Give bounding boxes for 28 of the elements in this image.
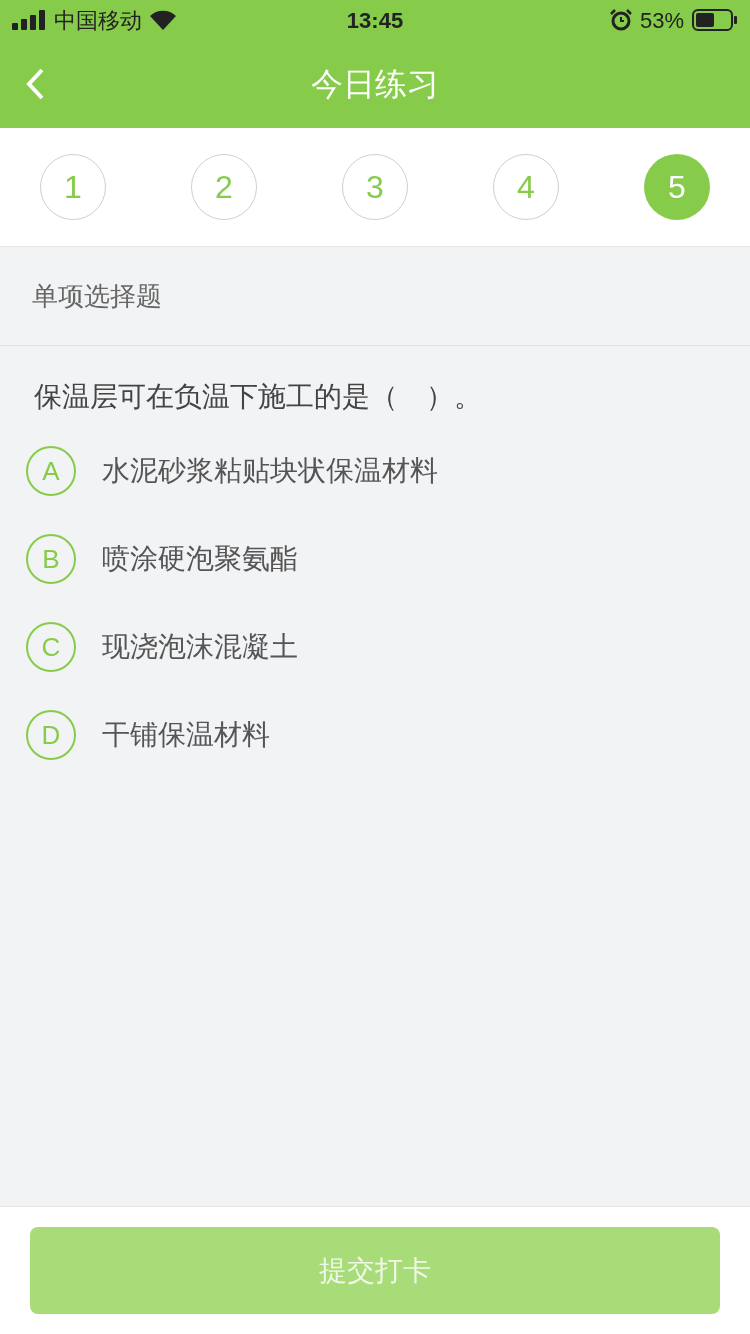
- question-number-tab[interactable]: 4: [493, 154, 559, 220]
- question-number-tab[interactable]: 1: [40, 154, 106, 220]
- page-title: 今日练习: [311, 65, 439, 104]
- status-time: 13:45: [345, 6, 405, 35]
- option-letter: C: [26, 622, 76, 672]
- option-letter: D: [26, 710, 76, 760]
- answer-option[interactable]: B 喷涂硬泡聚氨酯: [26, 534, 724, 584]
- option-text: 水泥砂浆粘贴块状保温材料: [102, 454, 438, 488]
- section-title: 单项选择题: [32, 279, 162, 313]
- answer-option[interactable]: A 水泥砂浆粘贴块状保温材料: [26, 446, 724, 496]
- option-text: 现浇泡沫混凝土: [102, 630, 298, 664]
- option-letter: B: [26, 534, 76, 584]
- battery-icon: [692, 9, 738, 31]
- carrier-name: 中国移动: [54, 6, 142, 35]
- alarm-clock-icon: [609, 9, 632, 31]
- option-text: 干铺保温材料: [102, 718, 270, 752]
- signal-icon: [12, 10, 46, 30]
- option-text: 喷涂硬泡聚氨酯: [102, 542, 298, 576]
- battery-percent: 53%: [639, 6, 684, 35]
- wifi-icon: [150, 10, 176, 30]
- answer-option[interactable]: D 干铺保温材料: [26, 710, 724, 760]
- back-icon: [26, 68, 44, 100]
- question-number-tab[interactable]: 2: [191, 154, 257, 220]
- question-number-tab[interactable]: 3: [342, 154, 408, 220]
- answer-option[interactable]: C 现浇泡沫混凝土: [26, 622, 724, 672]
- option-letter: A: [26, 446, 76, 496]
- question-text: 保温层可在负温下施工的是（ ）。: [34, 380, 483, 414]
- question-number-tab[interactable]: 5: [644, 154, 710, 220]
